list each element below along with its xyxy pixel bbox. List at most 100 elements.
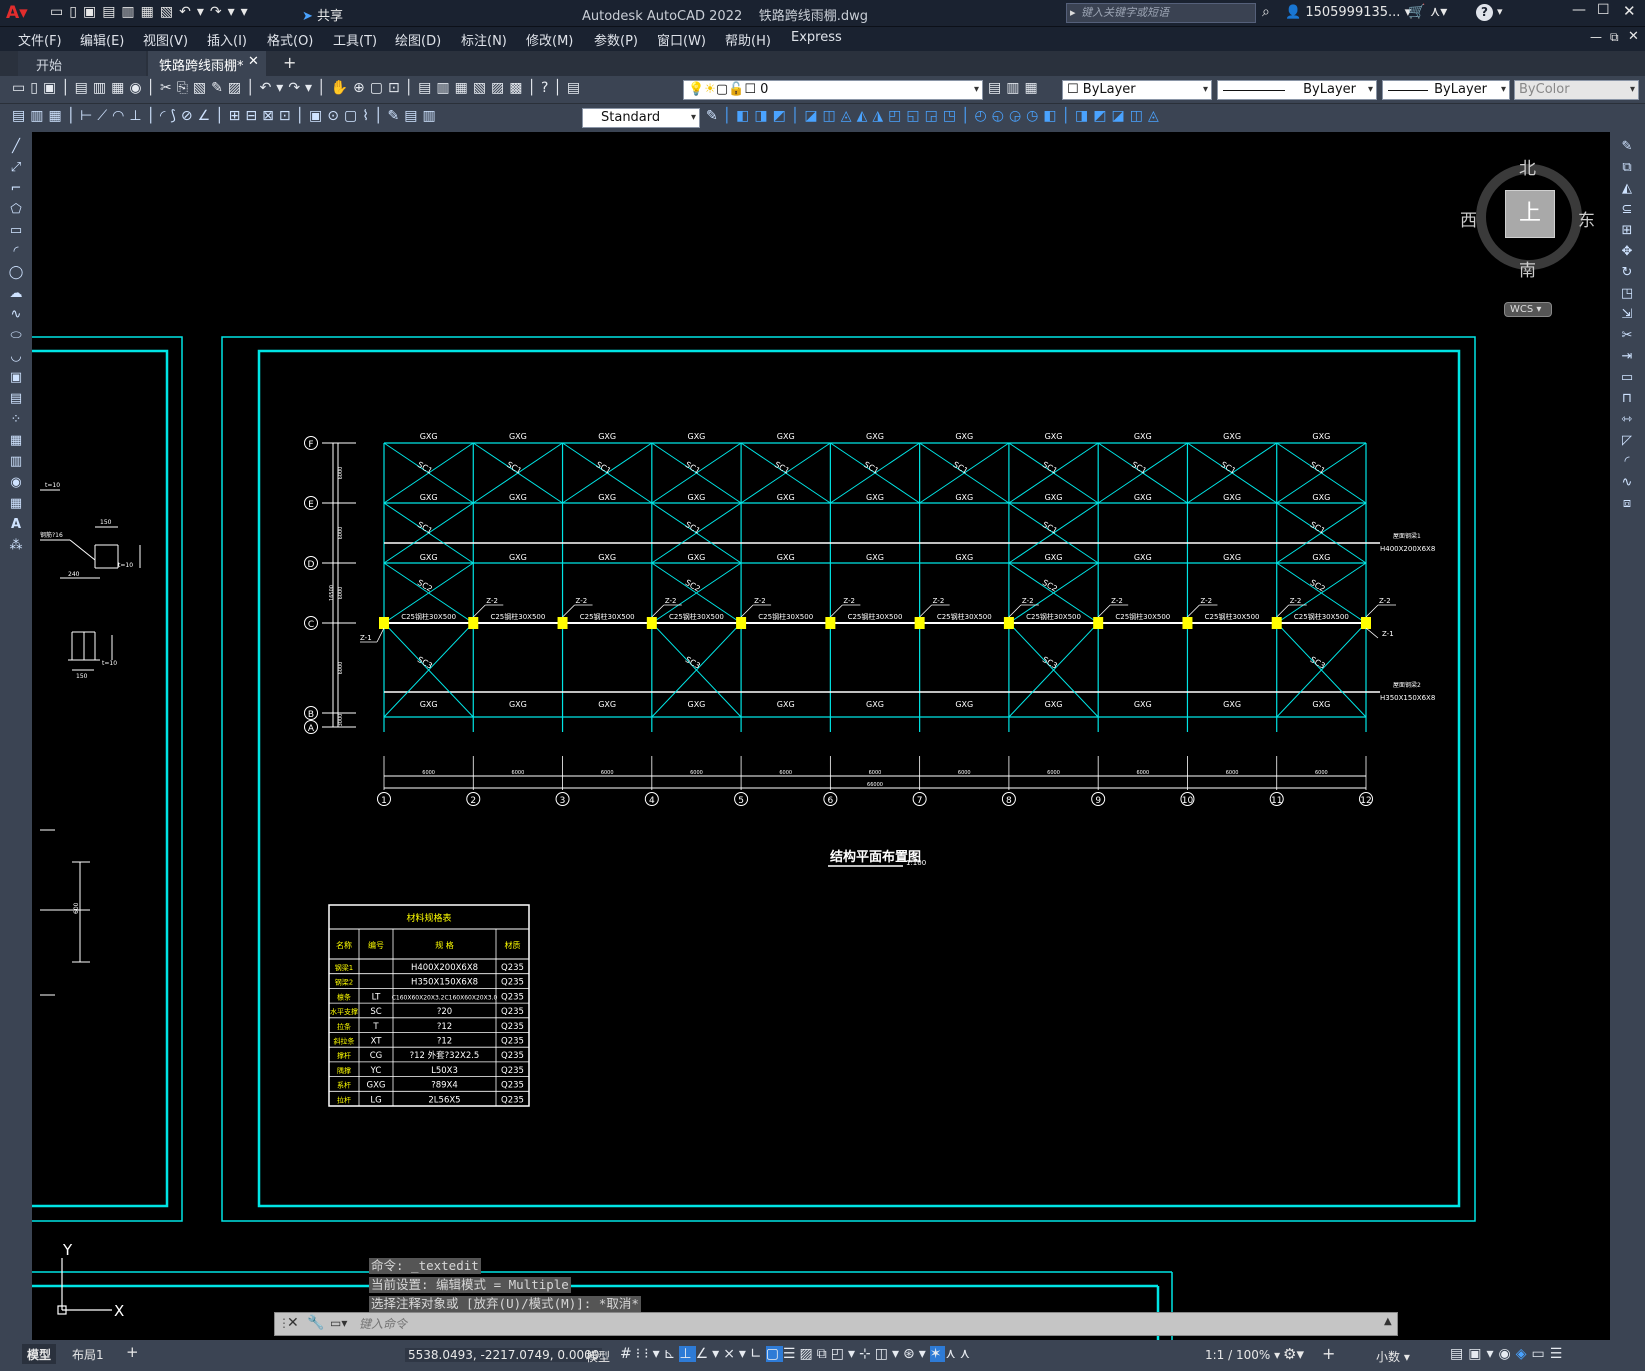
viewcube-north[interactable]: 北	[1519, 154, 1536, 179]
maximize-button[interactable]: ☐	[1597, 2, 1610, 18]
inspect-icon[interactable]: ▢	[344, 108, 362, 124]
arc-icon[interactable]: ◜	[7, 243, 25, 261]
menu-format[interactable]: 格式(O)	[267, 30, 313, 49]
array-icon[interactable]: ⊞	[1618, 222, 1636, 240]
tolerance-icon[interactable]: ▣	[309, 108, 327, 124]
taper-faces-icon[interactable]: ◪	[1112, 108, 1130, 124]
make-current-icon[interactable]: ▤	[988, 80, 1006, 96]
offset-icon[interactable]: ⊆	[1618, 201, 1636, 219]
plot-3d-icon[interactable]: ▦	[111, 80, 129, 96]
tool-palette-icon[interactable]: ▦	[455, 80, 473, 96]
tab-model[interactable]: 模型	[22, 1344, 57, 1364]
scale-icon[interactable]: ◳	[1618, 285, 1636, 303]
annotation-monitor-icon[interactable]: +	[1322, 1344, 1335, 1363]
rectangle-icon[interactable]: ▭	[7, 222, 25, 240]
open-file-icon[interactable]: ▯	[30, 80, 43, 96]
viewcube-south[interactable]: 南	[1519, 256, 1536, 281]
ellipse-icon[interactable]: ⬭	[7, 327, 25, 345]
command-up-icon[interactable]: ▲	[1384, 1316, 1392, 1327]
extend-icon[interactable]: ⇥	[1618, 348, 1636, 366]
help-dropdown-icon[interactable]: ▾	[1497, 5, 1503, 18]
sweep-icon[interactable]: ◰	[888, 108, 906, 124]
units-combo[interactable]: 小数 ▾	[1376, 1348, 1410, 1365]
line-icon[interactable]: ╱	[7, 138, 25, 156]
loft-icon[interactable]: ◱	[906, 108, 924, 124]
osnap-icon[interactable]: ▢	[765, 1346, 783, 1362]
dim-style-icon[interactable]: ▥	[30, 108, 48, 124]
isodraft-icon[interactable]: ⨯▾	[723, 1346, 750, 1362]
viewcube-west[interactable]: 西	[1460, 206, 1477, 231]
construction-line-icon[interactable]: ⤢	[7, 159, 25, 177]
slice-icon[interactable]: ◴	[975, 108, 992, 124]
autodesk-connect-icon[interactable]: ⋏▾	[1430, 4, 1447, 20]
lineweight-toggle-icon[interactable]: ☰	[783, 1346, 800, 1362]
ellipse-arc-icon[interactable]: ◡	[7, 348, 25, 366]
new-tab-button[interactable]: +	[283, 53, 296, 72]
circle-icon[interactable]: ◯	[7, 264, 25, 282]
qat-dropdown-icon[interactable]: ▾	[241, 4, 254, 20]
stretch-icon[interactable]: ⇲	[1618, 306, 1636, 324]
snap-icon[interactable]: ⁝⁝▾	[636, 1346, 664, 1362]
union-icon[interactable]: ◪	[804, 108, 822, 124]
qdim-icon[interactable]: ⊞	[229, 108, 246, 124]
command-customize-icon[interactable]: 🔧	[307, 1315, 324, 1331]
export-icon[interactable]: ▦	[141, 4, 160, 20]
dim-space-icon[interactable]: ⊡	[279, 108, 296, 124]
gizmo-icon[interactable]: ⊛▾	[903, 1346, 930, 1362]
text-style-combo[interactable]: Standard ▾	[582, 108, 700, 128]
dim-diameter-icon[interactable]: ⊘	[181, 108, 198, 124]
color-combo[interactable]: ☐ ByLayer ▾	[1062, 80, 1212, 100]
match-prop-icon[interactable]: ✎	[211, 80, 228, 96]
center-mark-icon[interactable]: ⊙	[327, 108, 344, 124]
dim-reassoc-icon[interactable]: ▥	[422, 108, 440, 124]
blend-curves-icon[interactable]: ∿	[1618, 474, 1636, 492]
save-file-icon[interactable]: ▣	[43, 80, 61, 96]
properties-icon[interactable]: ▤	[418, 80, 436, 96]
menu-dimension[interactable]: 标注(N)	[461, 30, 507, 49]
tab-start[interactable]: 开始	[18, 51, 146, 76]
dim-radius-icon[interactable]: ◜	[160, 108, 170, 124]
copy-icon[interactable]: ⎘	[177, 80, 193, 96]
tab-layout1[interactable]: 布局1	[72, 1346, 104, 1363]
selection-cycling-icon[interactable]: ⧉	[817, 1346, 831, 1362]
annotation-visibility-icon[interactable]: ✶	[929, 1346, 946, 1362]
paste-icon[interactable]: ▧	[193, 80, 211, 96]
help-icon[interactable]: ?	[1476, 4, 1493, 21]
publish-icon[interactable]: ▥	[121, 4, 140, 20]
otrack-icon[interactable]: ∟	[750, 1346, 766, 1362]
thicken-icon[interactable]: ◶	[1009, 108, 1026, 124]
presspull-icon[interactable]: ◲	[925, 108, 943, 124]
menu-modify[interactable]: 修改(M)	[526, 30, 573, 49]
cart-icon[interactable]: 🛒	[1408, 4, 1425, 20]
model-space-button[interactable]: 模型	[586, 1348, 610, 1365]
help-toolbar-icon[interactable]: ?	[541, 80, 553, 96]
ortho-icon[interactable]: ⊥	[679, 1346, 696, 1362]
dim-update-icon[interactable]: ▦	[48, 108, 66, 124]
dim-jogged-icon[interactable]: ⟆	[170, 108, 180, 124]
explode-icon[interactable]: ⧈	[1618, 495, 1636, 513]
fillet-icon[interactable]: ◜	[1618, 453, 1636, 471]
recent-commands-icon[interactable]: ▭▾	[330, 1316, 347, 1330]
dim-ordinate-icon[interactable]: ⊥	[129, 108, 146, 124]
publish-dwf-icon[interactable]: ◉	[129, 80, 146, 96]
chamfer-icon[interactable]: ◸	[1618, 432, 1636, 450]
point-icon[interactable]: ⁘	[7, 411, 25, 429]
share-button[interactable]: ➤ 共享	[302, 5, 343, 24]
customize-status-icon[interactable]: ☰	[1550, 1346, 1568, 1362]
menu-parametric[interactable]: 参数(P)	[594, 30, 638, 49]
intersect-icon[interactable]: ◬	[841, 108, 857, 124]
join-icon[interactable]: ⇿	[1618, 411, 1636, 429]
dim-continue-icon[interactable]: ⊠	[262, 108, 279, 124]
print-icon[interactable]: ▤	[75, 80, 93, 96]
infer-constraints-icon[interactable]: ⊾	[664, 1346, 680, 1362]
plot-icon[interactable]: ▧	[160, 4, 179, 20]
qnew-icon[interactable]: ▭	[12, 80, 30, 96]
dim-angular-icon[interactable]: ∠	[198, 108, 216, 124]
grid-icon[interactable]: #	[620, 1346, 636, 1362]
save-icon[interactable]: ▣	[83, 4, 102, 20]
tab-active-drawing[interactable]: 铁路跨线雨棚* ✕	[148, 51, 266, 76]
hardware-accel-icon[interactable]: ◈	[1516, 1346, 1532, 1362]
redo-icon[interactable]: ↷▾	[288, 80, 317, 96]
markup-icon[interactable]: ▨	[491, 80, 509, 96]
zoom-previous-icon[interactable]: ⊡	[388, 80, 405, 96]
